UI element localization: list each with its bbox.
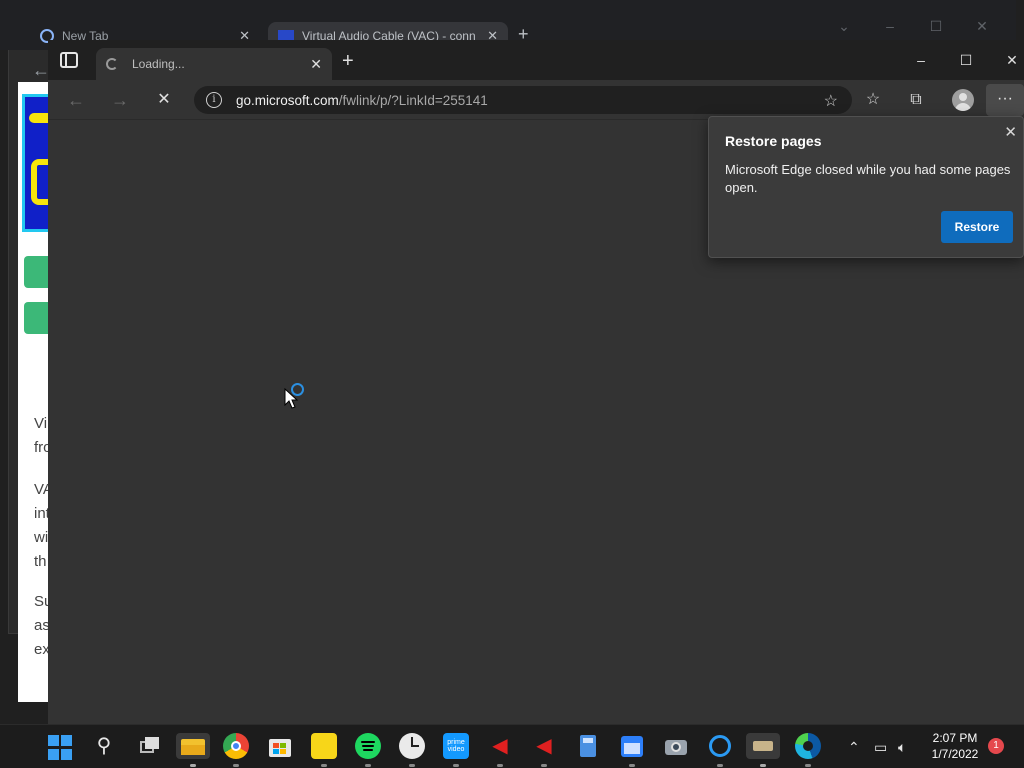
edge-tab-label: Loading... [132, 57, 185, 71]
chrome-icon[interactable] [223, 733, 249, 759]
url-path: /fwlink/p/?LinkId=255141 [338, 92, 488, 108]
volume-icon[interactable]: 🔈︎ [898, 739, 906, 756]
maximize-button[interactable]: ☐ [951, 50, 981, 70]
clock-time: 2:07 PM [932, 731, 978, 745]
calculator-icon[interactable] [575, 733, 601, 759]
edge-toolbar: ← → ✕ i go.microsoft.com /fwlink/p/?Link… [48, 80, 1024, 120]
microsoft-store-icon[interactable] [267, 733, 293, 759]
address-bar[interactable]: i go.microsoft.com /fwlink/p/?LinkId=255… [194, 86, 852, 114]
close-icon[interactable]: ✕ [1004, 123, 1017, 141]
audio-app-1-icon[interactable]: ◀ [487, 733, 513, 759]
page-text: Vi [34, 415, 48, 432]
search-icon[interactable]: ⚲ [91, 733, 117, 759]
tab-actions-icon[interactable] [60, 52, 78, 68]
loading-spinner-icon [106, 58, 118, 70]
profile-avatar[interactable] [952, 89, 974, 111]
forward-arrow-icon[interactable]: → [108, 90, 132, 110]
calendar-icon[interactable] [619, 733, 645, 759]
chevron-up-icon[interactable]: ⌃ [848, 739, 860, 756]
collections-icon[interactable]: ⧉ [905, 90, 927, 110]
network-icon[interactable]: ▭ [874, 739, 887, 756]
close-button[interactable]: ✕ [997, 50, 1024, 70]
clock-date: 1/7/2022 [931, 747, 979, 761]
minimize-button[interactable]: – [906, 50, 936, 70]
spotify-icon[interactable] [355, 733, 381, 759]
page-text: th [34, 553, 47, 570]
bg-maximize-button[interactable]: ☐ [924, 14, 948, 38]
more-options-button[interactable]: ··· [986, 84, 1024, 116]
restore-button[interactable]: Restore [941, 211, 1013, 243]
camera-icon[interactable] [663, 733, 689, 759]
add-favorite-icon[interactable]: ☆ [824, 91, 838, 111]
bg-minimize-button[interactable]: – [878, 14, 902, 38]
restore-pages-popup: Restore pages ✕ Microsoft Edge closed wh… [708, 116, 1024, 258]
bg-tab-search-chevron-icon[interactable]: ⌄ [832, 14, 856, 38]
popup-title: Restore pages [725, 133, 822, 149]
busy-indicator-icon [291, 383, 304, 396]
file-explorer-icon[interactable] [176, 733, 210, 759]
start-icon[interactable] [48, 735, 74, 761]
edge-tab-loading[interactable]: Loading... ✕ [96, 48, 332, 80]
task-view-icon[interactable] [136, 733, 162, 759]
favorites-icon[interactable]: ☆ [862, 90, 884, 110]
info-icon[interactable]: i [206, 92, 222, 108]
clock-app-icon[interactable] [399, 733, 425, 759]
close-icon[interactable]: ✕ [310, 56, 322, 73]
page-text: wi [34, 529, 49, 546]
audio-app-2-icon[interactable]: ◀ [531, 733, 557, 759]
bg-close-button[interactable]: ✕ [970, 14, 994, 38]
desktop: New Tab ✕ Virtual Audio Cable (VAC) - co… [0, 0, 1024, 768]
app-generic-icon[interactable] [746, 733, 780, 759]
sticky-notes-icon[interactable] [311, 733, 337, 759]
taskbar-clock[interactable]: 2:07 PM 1/7/2022 [922, 730, 988, 762]
popup-message: Microsoft Edge closed while you had some… [725, 162, 1011, 195]
back-arrow-icon[interactable]: ← [64, 90, 88, 110]
taskbar: ⚲ prime video ◀ ◀ ⌃ ▭ 🔈︎ 2:07 PM 1/7/202… [0, 724, 1024, 768]
notification-badge[interactable]: 1 [988, 738, 1004, 754]
edge-titlebar: Loading... ✕ + – ☐ ✕ [48, 40, 1024, 80]
edge-icon[interactable] [795, 733, 821, 759]
url-host: go.microsoft.com [236, 92, 339, 108]
prime-video-icon[interactable]: prime video [443, 733, 469, 759]
cortana-icon[interactable] [707, 733, 733, 759]
stop-loading-icon[interactable]: ✕ [152, 90, 176, 110]
new-tab-button[interactable]: + [342, 50, 354, 73]
